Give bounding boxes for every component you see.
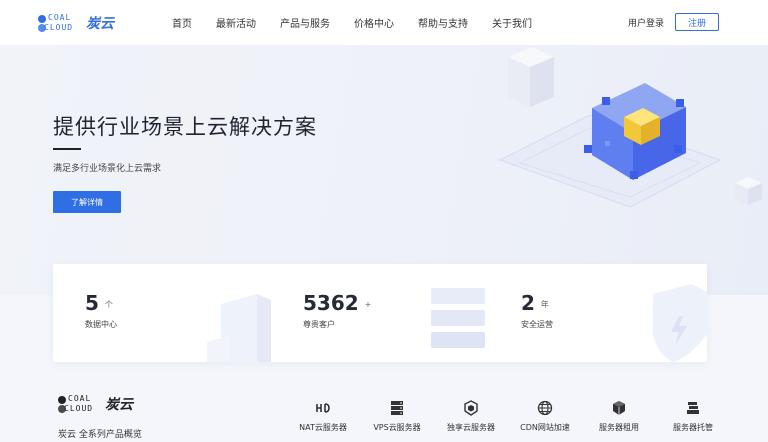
nav-item-help[interactable]: 帮助与支持	[418, 15, 468, 30]
brand-logo[interactable]: COAL CLOUD 炭云	[38, 13, 114, 33]
stat-customers: 5362 + 尊贵客户	[271, 264, 489, 362]
brand-name: 炭云	[105, 397, 133, 413]
stat-label: 尊贵客户	[303, 320, 335, 329]
top-nav: COAL CLOUD 炭云 首页 最新活动 产品与服务 价格中心 帮助与支持 关…	[0, 0, 768, 45]
brand-name: 炭云	[86, 16, 114, 32]
stat-value: 5362 +	[303, 291, 372, 315]
server-rack-icon	[431, 288, 485, 348]
learn-more-button[interactable]: 了解详情	[53, 191, 121, 213]
cube-icon	[464, 400, 478, 416]
stat-label: 数据中心	[85, 320, 117, 329]
shield-icon	[653, 284, 707, 362]
hero-banner: 提供行业场景上云解决方案 满足多行业场景化上云需求 了解详情	[0, 45, 768, 295]
stat-value: 2年	[521, 291, 549, 315]
stat-datacenters: 5个 数据中心	[53, 264, 271, 362]
register-button[interactable]: 注册	[675, 13, 719, 31]
globe-icon	[537, 400, 553, 416]
hero-title: 提供行业场景上云解决方案	[53, 115, 317, 139]
stat-years: 2年 安全运营	[489, 264, 707, 362]
building-icon	[207, 294, 271, 362]
product-colocation[interactable]: 服务器托管	[656, 400, 730, 433]
product-overview-title: 炭云 全系列产品概览	[58, 430, 142, 440]
nav-item-products[interactable]: 产品与服务	[280, 15, 330, 30]
nav-item-pricing[interactable]: 价格中心	[354, 15, 394, 30]
hero-divider	[53, 148, 81, 150]
main-menu: 首页 最新活动 产品与服务 价格中心 帮助与支持 关于我们	[172, 0, 556, 45]
logo-mark: COAL CLOUD	[38, 13, 82, 33]
stat-value: 5个	[85, 291, 113, 315]
product-nat[interactable]: NAT云服务器	[286, 400, 360, 433]
hero-subtitle: 满足多行业场景化上云需求	[53, 164, 162, 174]
product-vps[interactable]: VPS云服务器	[360, 400, 434, 433]
product-cdn[interactable]: CDN网站加速	[508, 400, 582, 433]
nav-item-home[interactable]: 首页	[172, 15, 192, 30]
nav-item-about[interactable]: 关于我们	[492, 15, 532, 30]
stat-label: 安全运营	[521, 320, 553, 329]
server-stack-icon	[391, 401, 403, 415]
logo-mark: COAL CLOUD	[58, 394, 102, 414]
login-link[interactable]: 用户登录	[628, 16, 664, 29]
nat-icon	[316, 403, 330, 413]
product-dedicated[interactable]: 独享云服务器	[434, 400, 508, 433]
stats-panel: 5个 数据中心 5362 + 尊贵客户 2年 安全运营	[53, 264, 707, 362]
nav-item-events[interactable]: 最新活动	[216, 15, 256, 30]
footer-brand-logo: COAL CLOUD 炭云	[58, 394, 133, 414]
stack-icon	[687, 402, 699, 414]
box-icon	[613, 401, 625, 415]
cloud-cube-illustration	[498, 47, 762, 208]
product-list: NAT云服务器 VPS云服务器 独享云服务器 CDN网站加速 服务器租用 服务器…	[286, 400, 730, 433]
product-rental[interactable]: 服务器租用	[582, 400, 656, 433]
